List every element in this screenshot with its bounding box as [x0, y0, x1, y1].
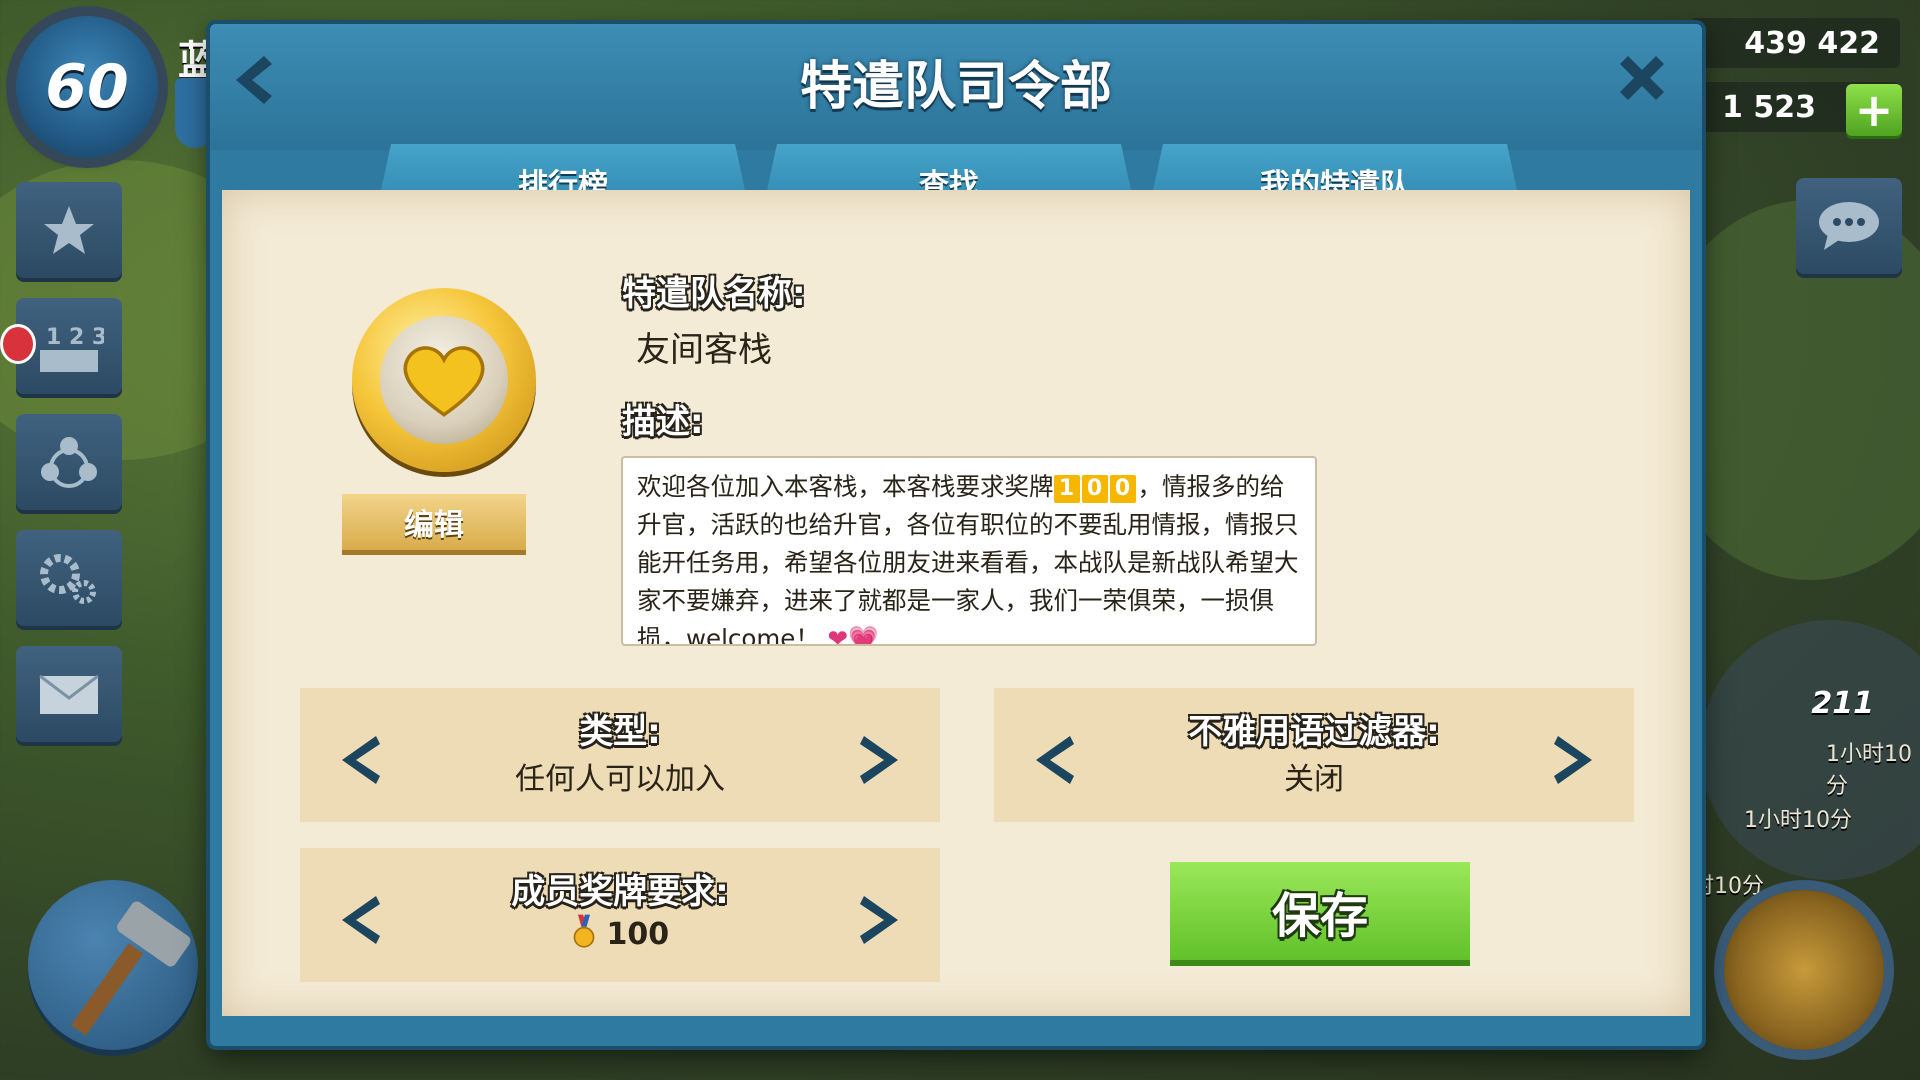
filter-next-icon[interactable]: [1550, 732, 1598, 788]
medal-requirement-setting: 成员奖牌要求: 100: [300, 848, 940, 982]
medals-next-icon[interactable]: [856, 892, 904, 948]
settings-button[interactable]: [16, 530, 122, 626]
team-icon: [41, 437, 97, 488]
gold-counter: 439 422: [1690, 18, 1900, 68]
task-force-dialog: 特遣队司令部 排行榜 查找 我的特遣队 编辑 特遣队名称: 友间客栈 描述: 欢…: [210, 24, 1702, 1046]
victory-points-button[interactable]: [16, 182, 122, 278]
medals-value-row: 100: [300, 914, 940, 952]
back-arrow-icon: [236, 56, 272, 104]
type-next-icon[interactable]: [856, 732, 904, 788]
filter-label: 不雅用语过滤器:: [1188, 712, 1440, 752]
timer-text: 1小时10分: [1826, 742, 1912, 799]
description-textarea[interactable]: 欢迎各位加入本客栈，本客栈要求奖牌 1 0 0 ，情报多的给升官，活跃的也给升官，各位有…: [621, 456, 1317, 646]
stars-icon: [44, 206, 94, 254]
timer-text: 时10分: [1692, 874, 1764, 899]
task-force-emblem: [352, 288, 536, 472]
mail-button[interactable]: [16, 646, 122, 742]
hammer-icon: [71, 901, 191, 1036]
rank-shield-icon[interactable]: [175, 78, 215, 148]
chat-button[interactable]: [1796, 178, 1902, 274]
type-value: 任何人可以加入: [515, 762, 725, 797]
medal-icon: [573, 914, 595, 948]
diamond-amount: 1 523: [1722, 89, 1816, 125]
add-diamonds-button[interactable]: +: [1846, 83, 1902, 137]
filter-value: 关闭: [1284, 762, 1344, 797]
medals-label: 成员奖牌要求:: [511, 872, 729, 912]
medals-value: 100: [606, 917, 670, 952]
type-label: 类型:: [579, 712, 661, 752]
close-button[interactable]: [1610, 46, 1674, 110]
medals-prev-icon[interactable]: [336, 892, 384, 948]
plus-icon: +: [1854, 83, 1894, 137]
timer-text: 1小时10分: [1744, 808, 1852, 833]
chat-bubble-icon: [1819, 202, 1879, 250]
close-icon: [1620, 56, 1664, 100]
edit-emblem-button[interactable]: 编辑: [342, 494, 526, 550]
filter-prev-icon[interactable]: [1030, 732, 1078, 788]
gear-icon: [40, 554, 96, 604]
profanity-filter-setting: 不雅用语过滤器: 关闭: [994, 688, 1634, 822]
save-button[interactable]: 保存: [1170, 862, 1470, 960]
compass-icon[interactable]: [1724, 890, 1884, 1050]
team-name-field[interactable]: 友间客栈: [636, 322, 772, 371]
dialog-title: 特遣队司令部: [799, 57, 1112, 117]
medal-digit: 0: [1081, 475, 1108, 503]
hearts-emoji: ❤💗: [827, 624, 879, 646]
medal-digit: 1: [1053, 475, 1080, 503]
task-force-button[interactable]: [16, 414, 122, 510]
envelope-icon: [39, 674, 99, 714]
notification-badge: [0, 324, 36, 364]
description-label: 描述:: [622, 402, 704, 442]
level-number: 60: [45, 52, 129, 122]
back-button[interactable]: [226, 50, 286, 110]
svg-text:1 2 3: 1 2 3: [46, 325, 104, 350]
description-text: 欢迎各位加入本客栈，本客栈要求奖牌: [637, 472, 1054, 501]
build-button[interactable]: [28, 880, 198, 1050]
army-count: 211: [1811, 686, 1874, 721]
name-label: 特遣队名称:: [622, 274, 806, 314]
heart-emblem-icon: [403, 346, 485, 417]
type-prev-icon[interactable]: [336, 732, 384, 788]
save-label: 保存: [1271, 888, 1368, 944]
edit-panel: 编辑 特遣队名称: 友间客栈 描述: 欢迎各位加入本客栈，本客栈要求奖牌 1 0 0，…: [222, 190, 1690, 1016]
podium-icon: 1 2 3: [40, 325, 104, 372]
medal-digit: 0: [1109, 475, 1136, 503]
edit-label: 编辑: [404, 508, 464, 543]
gold-amount: 439 422: [1744, 25, 1880, 61]
emblem-inner: [380, 316, 508, 444]
player-level-badge[interactable]: 60: [16, 16, 158, 158]
type-setting: 类型: 任何人可以加入: [300, 688, 940, 822]
